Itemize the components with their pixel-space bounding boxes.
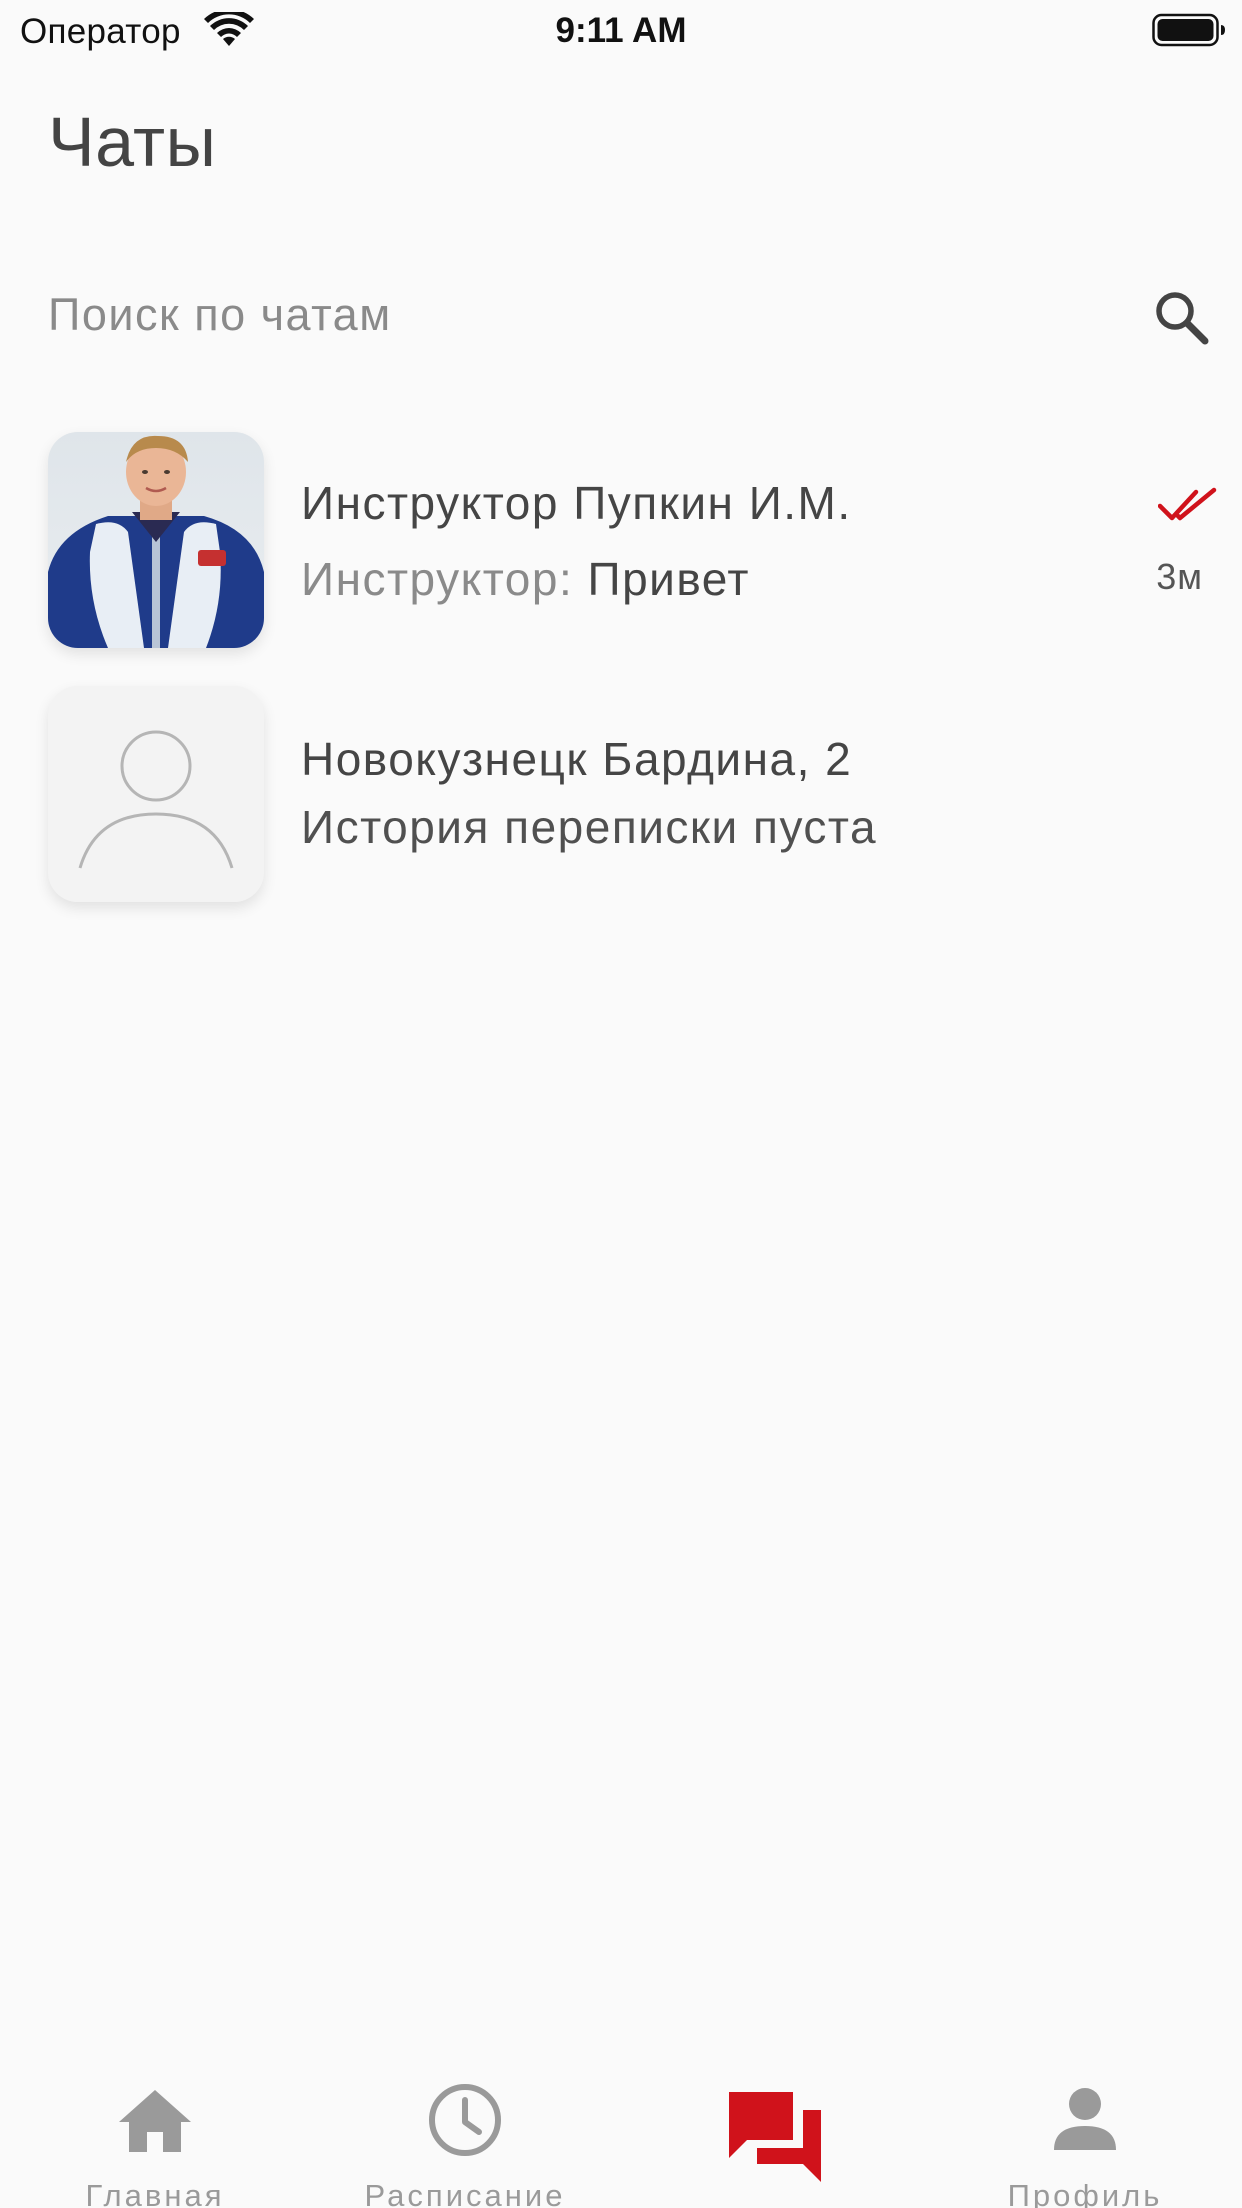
- chat-list-item[interactable]: Новокузнецк Бардина, 2 История переписки…: [0, 680, 1242, 912]
- status-bar: Оператор 9:11 AM: [0, 0, 1242, 62]
- person-icon: [1054, 2088, 1116, 2150]
- message-text: Привет: [573, 553, 750, 605]
- chat-last-message: История переписки пуста: [301, 801, 878, 853]
- status-time: 9:11 AM: [555, 11, 687, 50]
- tab-profile[interactable]: Профиль: [930, 2066, 1240, 2208]
- tab-chats[interactable]: [620, 2066, 930, 2208]
- home-icon: [119, 2090, 191, 2152]
- chats-screen: Оператор 9:11 AM Чаты Поиск по чатам Инс…: [0, 0, 1242, 2208]
- chat-name: Инструктор Пупкин И.М.: [301, 477, 852, 529]
- chat-list-item[interactable]: Инструктор Пупкин И.М. Инструктор: Приве…: [0, 426, 1242, 658]
- tab-bar: Главная Расписание Профиль: [0, 2066, 1242, 2208]
- tab-home[interactable]: Главная: [0, 2066, 310, 2208]
- chat-name: Новокузнецк Бардина, 2: [301, 733, 853, 785]
- placeholder-avatar: [48, 686, 264, 902]
- chats-icon: [729, 2092, 821, 2182]
- search-bar: [0, 270, 1242, 360]
- chat-time: 3м: [1156, 556, 1203, 597]
- chat-last-message: Инструктор: Привет: [301, 552, 750, 606]
- double-check-icon: [1158, 487, 1217, 521]
- instructor-photo: [48, 432, 264, 648]
- page-title: Чаты: [48, 103, 217, 181]
- search-input[interactable]: [48, 280, 1108, 350]
- message-sender-label: Инструктор:: [301, 553, 574, 605]
- tab-schedule[interactable]: Расписание: [310, 2066, 620, 2208]
- clock-icon: [429, 2084, 501, 2156]
- search-icon[interactable]: [1150, 286, 1214, 350]
- person-placeholder-icon: [48, 686, 264, 902]
- instructor-avatar: [48, 432, 264, 648]
- tab-profile-label: Профиль: [1007, 2178, 1163, 2208]
- battery-icon: [1152, 13, 1225, 47]
- tab-schedule-label: Расписание: [364, 2178, 566, 2208]
- tab-home-label: Главная: [85, 2178, 225, 2208]
